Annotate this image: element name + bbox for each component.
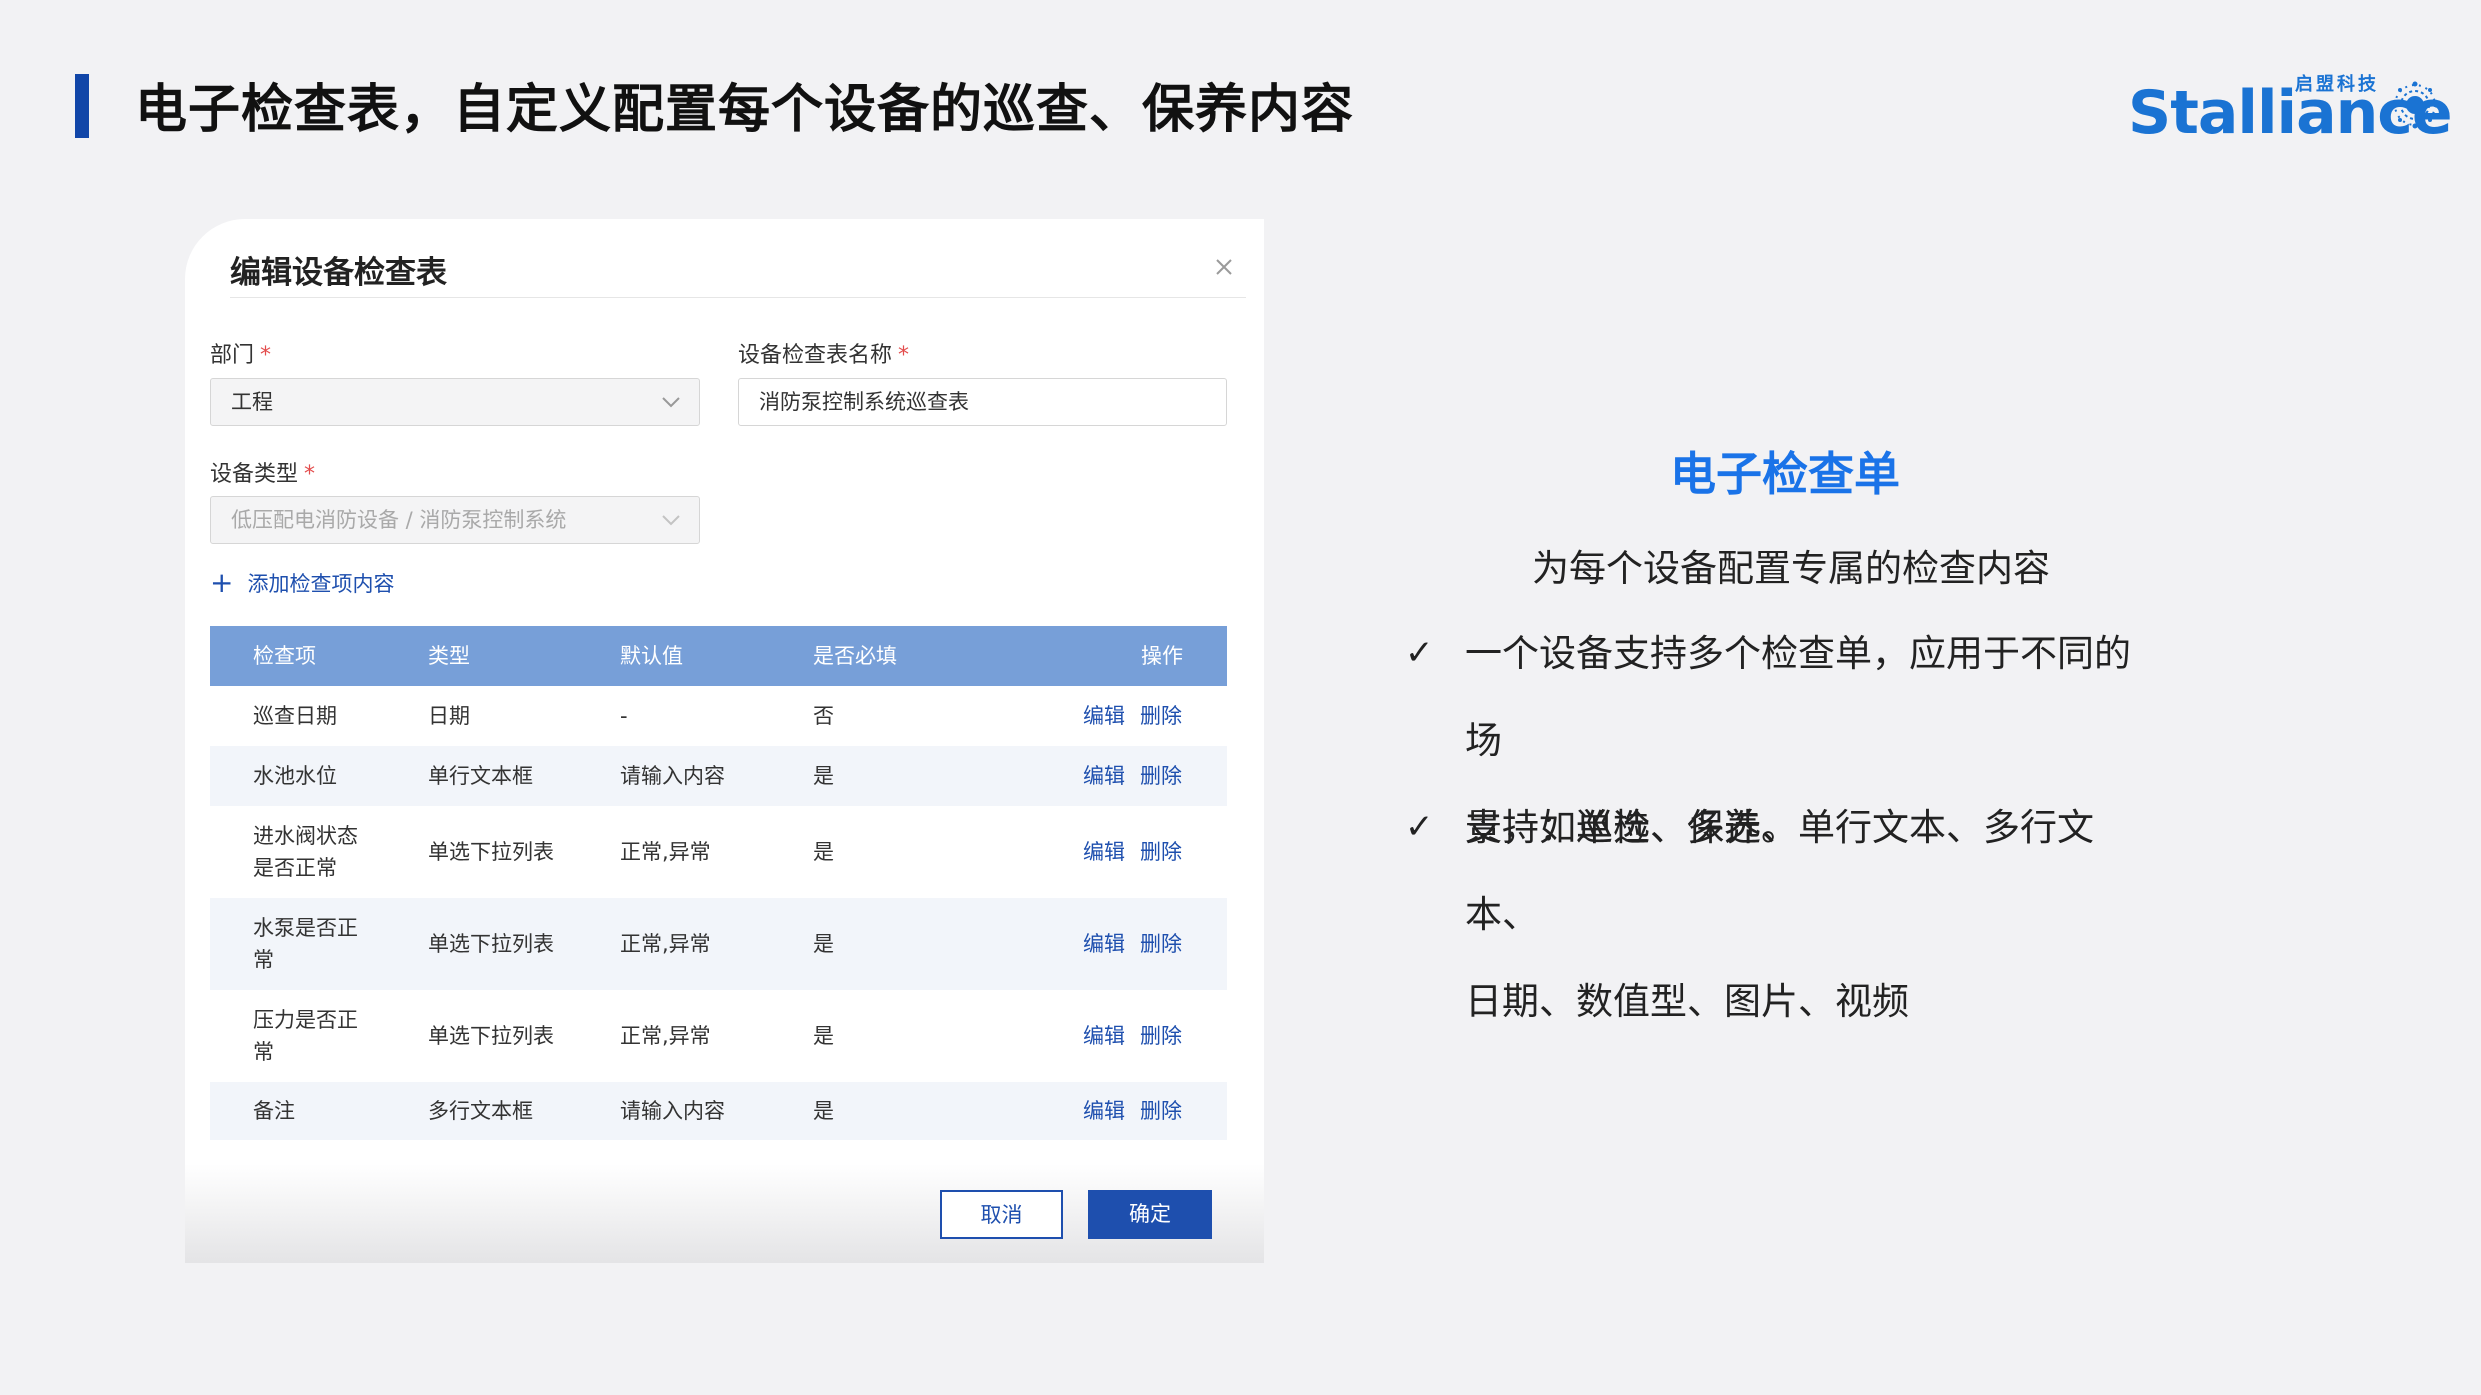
dept-select[interactable]: 工程 [210,378,700,426]
table-header: 检查项 类型 默认值 是否必填 操作 [210,626,1227,686]
cell-type: 单选下拉列表 [428,932,554,956]
dialog-divider [230,297,1246,298]
confirm-button[interactable]: 确定 [1088,1190,1212,1239]
name-label: 设备检查表名称 * [738,343,910,368]
slide-title: 电子检查表，自定义配置每个设备的巡查、保养内容 [135,80,1355,140]
check-items-table: 检查项 类型 默认值 是否必填 操作 巡查日期 日期 - 否编辑 删除 水池水位 单行文本框… [210,626,1227,1140]
check-icon: ✓ [1405,807,1434,847]
cell-check-item-line: 压力是否正 [253,1008,358,1032]
cell-default: 请输入内容 [620,764,725,788]
cell-default: 请输入内容 [620,1099,725,1123]
table-body: 巡查日期 日期 - 否编辑 删除 水池水位 单行文本框 请输入内容是编辑 删除 进水阀状态 是否正常… [210,686,1227,1140]
col-header-actions: 操作 [1141,644,1183,668]
company-logo: Stalliance 启盟科技 [2128,70,2453,150]
chevron-down-icon [662,397,680,408]
side-subtitle: 为每个设备配置专属的检查内容 [1532,547,2050,590]
cell-default: 正常,异常 [620,932,711,956]
bullet-line: 支持：单选、多选、单行文本、多行文本、 [1465,806,2094,936]
col-header-item: 检查项 [253,644,316,668]
edit-link[interactable]: 编辑 [1083,1082,1125,1140]
cell-check-item: 水泵是否正常 [253,912,358,976]
delete-link[interactable]: 删除 [1140,746,1182,806]
cell-type: 单行文本框 [428,764,533,788]
checklist-name-value: 消防泵控制系统巡查表 [759,390,969,414]
cell-required: 是 [813,1099,834,1123]
table-row: 备注 多行文本框 请输入内容 是 编辑 删除 [210,1082,1227,1140]
required-mark: * [260,343,272,368]
device-type-label: 设备类型 * [210,462,316,487]
cell-type: 单选下拉列表 [428,1024,554,1048]
add-check-item-link[interactable]: + 添加检查项内容 [210,568,394,598]
edit-link[interactable]: 编辑 [1083,686,1125,746]
table-row: 水泵是否正常 单选下拉列表 正常,异常 是 编辑 删除 [210,898,1227,990]
cell-default: 正常,异常 [620,1024,711,1048]
dept-label: 部门 * [210,343,272,368]
table-row: 水池水位 单行文本框 请输入内容 是 编辑 删除 [210,746,1227,806]
title-accent-bar [75,74,89,138]
side-title: 电子检查单 [1670,447,1900,501]
cancel-button[interactable]: 取消 [940,1190,1063,1239]
cell-check-item: 备注 [253,1095,295,1127]
add-check-item-label: 添加检查项内容 [247,572,395,596]
cell-check-item-line: 巡查日期 [253,704,337,728]
edit-link[interactable]: 编辑 [1083,746,1125,806]
bullet-line: 一个设备支持多个检查单，应用于不同的场 [1465,632,2131,762]
edit-link[interactable]: 编辑 [1083,990,1125,1082]
cell-check-item: 压力是否正常 [253,1004,358,1068]
cell-required: 是 [813,764,834,788]
logo-chinese-name: 启盟科技 [2295,74,2379,95]
col-header-type: 类型 [428,644,470,668]
cell-type: 日期 [428,704,470,728]
cell-check-item-line: 水泵是否正 [253,916,358,940]
device-type-value: 低压配电消防设备 / 消防泵控制系统 [231,508,567,532]
cell-check-item-line: 水池水位 [253,764,337,788]
cell-check-item: 巡查日期 [253,700,337,732]
cell-check-item: 进水阀状态 是否正常 [253,820,358,884]
cell-type: 单选下拉列表 [428,840,554,864]
cell-check-item-line: 是否正常 [253,856,337,880]
cell-check-item-line: 进水阀状态 [253,824,358,848]
cell-check-item-line: 备注 [253,1099,295,1123]
dialog-title: 编辑设备检查表 [230,255,447,291]
edit-link[interactable]: 编辑 [1083,806,1125,898]
cell-check-item: 水池水位 [253,760,337,792]
table-row: 进水阀状态是否正常 单选下拉列表 正常,异常 是 编辑 删除 [210,806,1227,898]
edit-checklist-dialog: 编辑设备检查表 部门 * 工程 设备检查表名称 * 消防泵控制系统巡查表 设备类型 *… [185,219,1264,1263]
delete-link[interactable]: 删除 [1140,686,1182,746]
chevron-down-icon [662,515,680,526]
bullet-line: 日期、数值型、图片、视频 [1465,980,1909,1023]
table-row: 压力是否正常 单选下拉列表 正常,异常 是 编辑 删除 [210,990,1227,1082]
cell-required: 是 [813,1024,834,1048]
dept-select-value: 工程 [231,390,273,414]
cell-required: 否 [813,704,834,728]
logo-gear-icon [2391,81,2439,129]
plus-icon: + [210,566,234,599]
cell-default: 正常,异常 [620,840,711,864]
cell-check-item-line: 常 [253,948,274,972]
device-type-select[interactable]: 低压配电消防设备 / 消防泵控制系统 [210,496,700,544]
cell-required: 是 [813,840,834,864]
col-header-default: 默认值 [620,644,683,668]
table-row: 巡查日期 日期 - 否 编辑 删除 [210,686,1227,746]
close-icon[interactable] [1212,255,1236,279]
cell-type: 多行文本框 [428,1099,533,1123]
required-mark: * [898,343,910,368]
edit-link[interactable]: 编辑 [1083,898,1125,990]
checklist-name-input[interactable]: 消防泵控制系统巡查表 [738,378,1227,426]
required-mark: * [304,462,316,487]
delete-link[interactable]: 删除 [1140,990,1182,1082]
cell-required: 是 [813,932,834,956]
delete-link[interactable]: 删除 [1140,806,1182,898]
cell-check-item-line: 常 [253,1040,274,1064]
check-icon: ✓ [1405,633,1434,673]
delete-link[interactable]: 删除 [1140,1082,1182,1140]
col-header-required: 是否必填 [813,644,897,668]
delete-link[interactable]: 删除 [1140,898,1182,990]
cell-default: - [620,704,628,728]
